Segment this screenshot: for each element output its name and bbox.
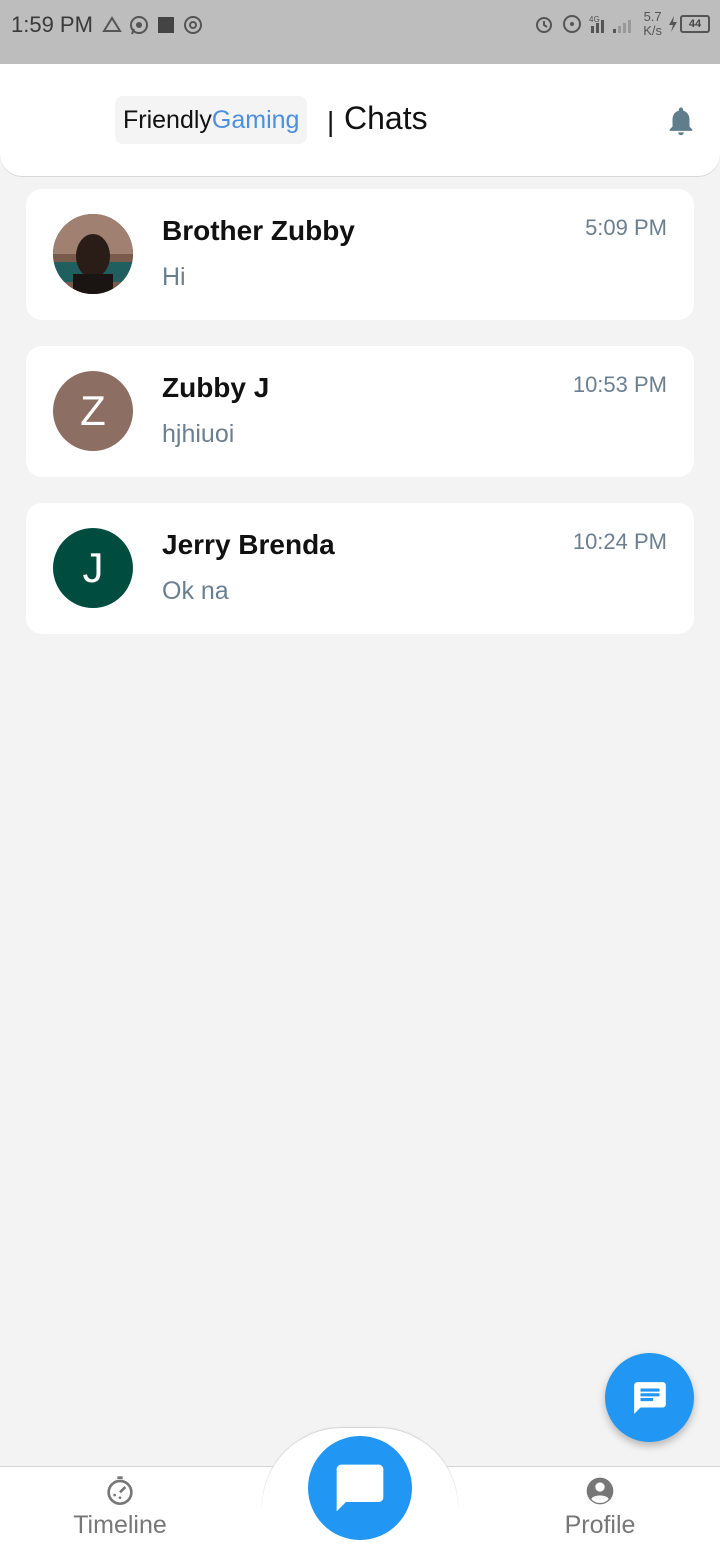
- status-bar: 1:59 PM 4G 5.7 K/s 44: [0, 0, 720, 64]
- chat-item-jerry-brenda[interactable]: J Jerry Brenda Ok na 10:24 PM: [26, 503, 694, 634]
- chat-time: 10:24 PM: [572, 529, 667, 554]
- chat-item-brother-zubby[interactable]: Brother Zubby Hi 5:09 PM: [26, 189, 694, 320]
- chat-name: Brother Zubby: [162, 215, 355, 246]
- brand-name-part2: Gaming: [211, 105, 300, 134]
- drive-icon: [102, 16, 122, 32]
- timeline-icon: [107, 1476, 133, 1505]
- profile-icon: [586, 1477, 614, 1505]
- nav-chats-button[interactable]: [308, 1436, 412, 1540]
- avatar: J: [53, 528, 133, 608]
- speed-unit: K/s: [643, 23, 662, 38]
- profile-photo-icon: [53, 214, 133, 294]
- speed-value: 5.7: [643, 9, 662, 24]
- whatsapp-icon: [130, 16, 148, 35]
- chat-name: Zubby J: [162, 372, 270, 403]
- chat-bubble-icon: [336, 1464, 384, 1512]
- brand-logo: Friendly Gaming: [115, 96, 308, 144]
- chat-time: 5:09 PM: [585, 215, 667, 240]
- hotspot-status-icon: [563, 15, 582, 33]
- chat-preview: hjhiuoi: [162, 420, 235, 448]
- message-icon: [633, 1381, 666, 1414]
- status-time: 1:59 PM: [11, 12, 93, 37]
- app-header: Friendly Gaming | Chats: [0, 64, 720, 176]
- nav-timeline-label: Timeline: [73, 1511, 167, 1539]
- avatar-letter: J: [82, 544, 104, 591]
- header-divider: |: [327, 106, 335, 137]
- network-speed: 5.7 K/s: [643, 10, 662, 38]
- status-left-icons: [102, 14, 204, 36]
- avatar: [53, 214, 133, 294]
- square-icon: [158, 17, 174, 33]
- chat-time: 10:53 PM: [572, 372, 667, 397]
- chat-item-zubby-j[interactable]: Z Zubby J hjhiuoi 10:53 PM: [26, 346, 694, 477]
- nav-timeline[interactable]: Timeline: [20, 1475, 220, 1540]
- nav-profile[interactable]: Profile: [500, 1475, 700, 1540]
- hotspot-icon: [184, 16, 202, 34]
- charging-icon: [669, 16, 677, 32]
- alarm-icon: [536, 17, 553, 33]
- chat-name: Jerry Brenda: [162, 529, 335, 560]
- status-right-icons: 4G 5.7 K/s 44: [533, 10, 710, 38]
- chat-preview: Ok na: [162, 577, 229, 605]
- chat-preview: Hi: [162, 263, 186, 291]
- chat-list: Brother Zubby Hi 5:09 PM Z Zubby J hjhiu…: [26, 189, 694, 660]
- avatar: Z: [53, 371, 133, 451]
- nav-profile-label: Profile: [564, 1511, 636, 1539]
- svg-text:4G: 4G: [589, 15, 600, 24]
- notification-bell-icon[interactable]: [664, 104, 698, 138]
- new-chat-button[interactable]: [605, 1353, 694, 1442]
- signal-icon: 4G: [589, 15, 632, 33]
- page-title: Chats: [344, 100, 428, 136]
- brand-name-part1: Friendly: [123, 105, 212, 134]
- avatar-letter: Z: [80, 387, 106, 434]
- battery-indicator: 44: [668, 15, 710, 33]
- battery-level: 44: [680, 15, 710, 33]
